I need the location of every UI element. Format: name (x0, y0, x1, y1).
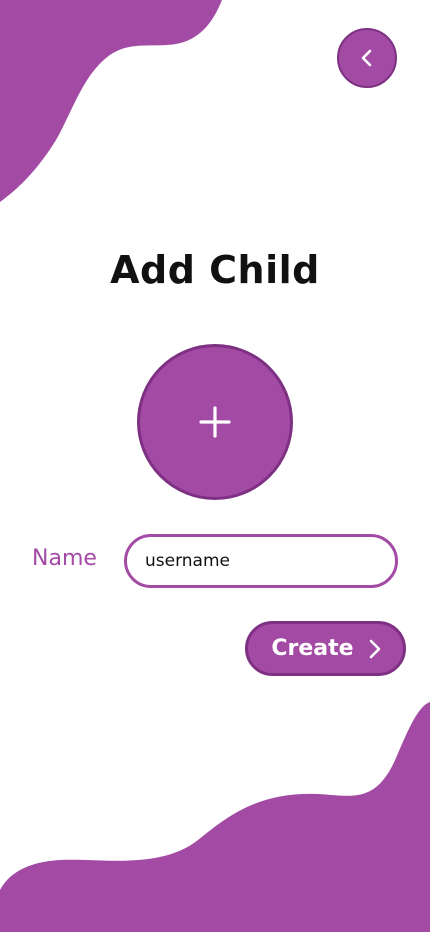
add-child-screen: Add Child Name Create (0, 0, 430, 932)
name-input[interactable] (124, 534, 398, 588)
create-button[interactable]: Create (245, 621, 406, 676)
top-wave-decoration (0, 0, 222, 202)
add-photo-button[interactable] (137, 344, 293, 500)
bottom-wave-decoration (0, 702, 430, 932)
chevron-left-icon (356, 47, 378, 69)
page-title: Add Child (110, 248, 320, 292)
back-button[interactable] (337, 28, 397, 88)
plus-icon (198, 405, 232, 439)
name-label: Name (32, 546, 97, 571)
chevron-right-icon (366, 638, 384, 660)
create-button-label: Create (271, 636, 354, 661)
